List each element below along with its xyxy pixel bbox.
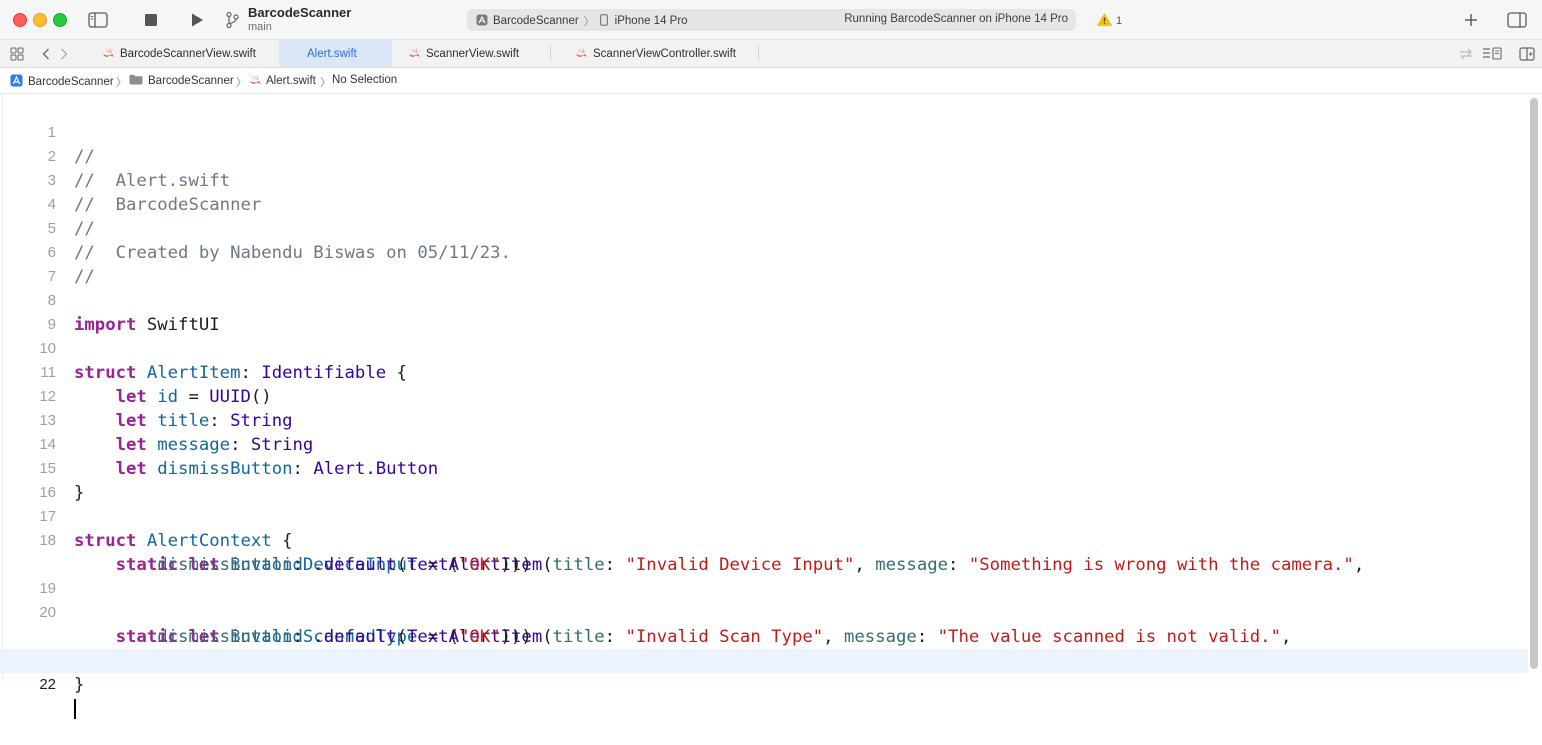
window-toolbar: BarcodeScanner main BarcodeScanner 〉 iPh… (0, 0, 1542, 40)
code-line[interactable]: 14 let dismissButton: Alert.Button (0, 409, 1528, 479)
project-name: BarcodeScanner (248, 5, 352, 20)
code-line[interactable]: 6 // (0, 217, 1528, 287)
code-line[interactable]: 12 let title: String (0, 361, 1528, 431)
code-line[interactable]: dismissButton: .default(Text("OK"))) (0, 601, 1528, 647)
chevron-right-icon: 〉 (320, 77, 331, 89)
tab-divider (758, 46, 759, 61)
code-line[interactable]: 3 // BarcodeScanner (0, 145, 1528, 215)
code-line[interactable]: 16 (0, 457, 1528, 501)
code-line[interactable]: 1 // (0, 97, 1528, 167)
code-line[interactable]: 15 } (0, 433, 1528, 503)
line-number: 22 (39, 676, 56, 693)
swift-file-icon (575, 47, 587, 61)
warning-count: 1 (1116, 15, 1123, 27)
grid-icon[interactable] (6, 44, 28, 64)
project-title[interactable]: BarcodeScanner main (248, 5, 351, 34)
forward-icon[interactable] (53, 44, 75, 64)
code-line[interactable]: 13 let message: String (0, 385, 1528, 455)
tab-label: BarcodeScannerView.swift (120, 47, 256, 60)
code-text (74, 697, 76, 721)
add-icon[interactable] (1460, 10, 1482, 30)
run-status: Running BarcodeScanner on iPhone 14 Pro (844, 13, 1068, 25)
code-line-current[interactable]: 22 (0, 649, 1528, 719)
code-line[interactable]: 9 (0, 289, 1528, 333)
code-line[interactable]: 7 (0, 241, 1528, 285)
tab-scannerviewcontroller[interactable]: ScannerViewController.swift (551, 40, 758, 67)
editor-tab-bar: BarcodeScannerView.swift Alert.swift Sca… (0, 40, 1542, 68)
xcode-project-icon (476, 14, 488, 29)
close-window-button[interactable] (13, 13, 27, 27)
code-line[interactable]: 18 static let invalidDeviceInput = Alert… (0, 505, 1528, 575)
branch-icon (221, 10, 243, 30)
vertical-scrollbar[interactable] (1530, 98, 1538, 669)
refresh-icon[interactable] (1455, 44, 1477, 64)
code-line[interactable]: 2 // Alert.swift (0, 121, 1528, 191)
code-line[interactable]: 17 struct AlertContext { (0, 481, 1528, 551)
breadcrumb-project[interactable]: BarcodeScanner (10, 74, 114, 90)
scheme-project-label: BarcodeScanner (493, 15, 579, 27)
code-line[interactable]: 5 // Created by Nabendu Biswas on 05/11/… (0, 193, 1528, 263)
breadcrumb-label: BarcodeScanner (28, 76, 114, 88)
activity-view[interactable]: BarcodeScanner 〉 iPhone 14 Pro Running B… (467, 9, 1076, 31)
code-line[interactable]: 8 import SwiftUI (0, 265, 1528, 335)
tab-barcodescannerview[interactable]: BarcodeScannerView.swift (92, 40, 279, 67)
chevron-right-icon: 〉 (236, 77, 247, 89)
code-line[interactable]: dismissButton: .default(Text("OK"))) (0, 529, 1528, 575)
swift-file-icon (102, 47, 114, 61)
tab-label: ScannerViewController.swift (593, 47, 736, 60)
text-cursor (74, 699, 76, 719)
breadcrumb-label: Alert.swift (266, 75, 316, 87)
code-line[interactable]: 21 } (0, 625, 1528, 695)
zoom-window-button[interactable] (53, 13, 67, 27)
xcode-project-icon (10, 74, 23, 90)
warning-icon (1097, 13, 1112, 29)
breadcrumb-label: No Selection (332, 74, 398, 86)
code-line[interactable]: 19 (0, 553, 1528, 597)
tab-scannerview[interactable]: ScannerView.swift (392, 40, 550, 67)
chevron-right-icon: 〉 (583, 16, 595, 28)
scheme-selector[interactable]: BarcodeScanner 〉 iPhone 14 Pro (476, 13, 688, 29)
tab-label: Alert.swift (307, 47, 357, 60)
swift-file-icon (408, 47, 420, 61)
swift-file-icon (249, 74, 261, 88)
scheme-device-label: iPhone 14 Pro (614, 15, 688, 27)
minimize-window-button[interactable] (33, 13, 47, 27)
code-line[interactable]: 11 let id = UUID() (0, 337, 1528, 407)
split-editor-icon[interactable] (1516, 44, 1538, 64)
breadcrumb-selection[interactable]: No Selection (332, 74, 397, 86)
sidebar-icon[interactable] (87, 10, 109, 30)
breadcrumb-file[interactable]: Alert.swift (249, 74, 316, 88)
code-line[interactable]: 10 struct AlertItem: Identifiable { (0, 313, 1528, 383)
inspector-icon[interactable] (1506, 10, 1528, 30)
tab-label: ScannerView.swift (426, 47, 520, 60)
breadcrumb-group[interactable]: BarcodeScanner (129, 74, 234, 88)
source-editor[interactable]: 1 // 2 // Alert.swift 3 // BarcodeScanne… (0, 94, 1542, 719)
breadcrumb-label: BarcodeScanner (148, 75, 234, 87)
chevron-right-icon: 〉 (116, 77, 127, 89)
code-line[interactable]: 4 // (0, 169, 1528, 239)
code-text: } (74, 675, 85, 695)
folder-icon (129, 74, 143, 88)
warning-indicator[interactable]: 1 (1097, 13, 1122, 29)
branch-name: main (248, 20, 272, 33)
tab-alert[interactable]: Alert.swift (279, 40, 392, 67)
device-icon (599, 13, 608, 29)
code-line[interactable]: 20 static let invalidScannedType = Alert… (0, 577, 1528, 647)
run-icon[interactable] (186, 10, 208, 30)
jump-bar: BarcodeScanner 〉 BarcodeScanner 〉 Alert.… (0, 68, 1542, 94)
stop-icon[interactable] (140, 10, 162, 30)
menu-lines-icon[interactable] (1481, 44, 1503, 64)
